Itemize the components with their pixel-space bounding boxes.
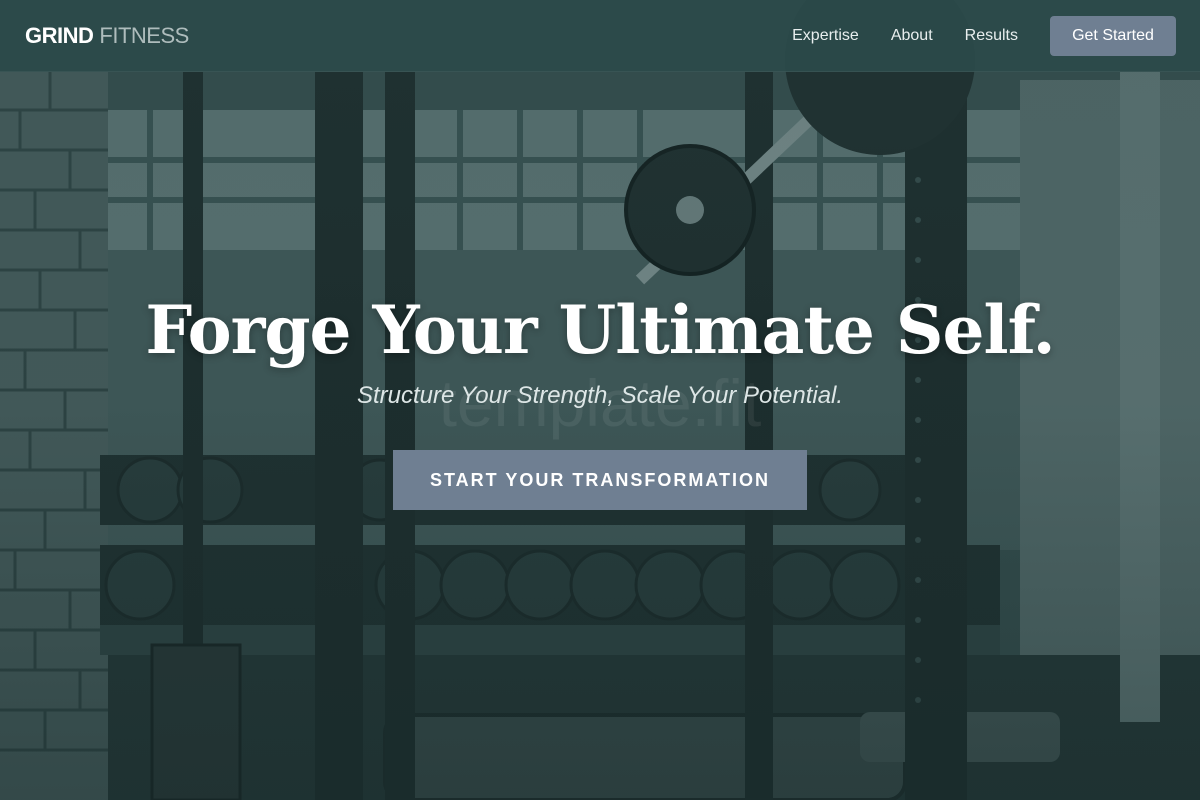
main-navigation: Expertise About Results Get Started (792, 15, 1176, 56)
nav-link-results[interactable]: Results (965, 27, 1018, 45)
brand-logo[interactable]: GRIND FITNESS (25, 23, 189, 49)
nav-link-about[interactable]: About (891, 27, 933, 45)
get-started-button[interactable]: Get Started (1050, 15, 1176, 56)
hero-section: Forge Your Ultimate Self. Structure Your… (0, 282, 1200, 412)
hero-subtitle: Structure Your Strength, Scale Your Pote… (356, 382, 844, 409)
nav-link-expertise[interactable]: Expertise (792, 27, 859, 45)
logo-wordmark-bold: GRIND (25, 22, 94, 48)
logo-wordmark-light: FITNESS (99, 22, 189, 48)
start-transformation-button[interactable]: START YOUR TRANSFORMATION (393, 450, 807, 510)
site-header: GRIND FITNESS Expertise About Results Ge… (0, 0, 1200, 72)
hero-title: Forge Your Ultimate Self. (145, 291, 1055, 369)
